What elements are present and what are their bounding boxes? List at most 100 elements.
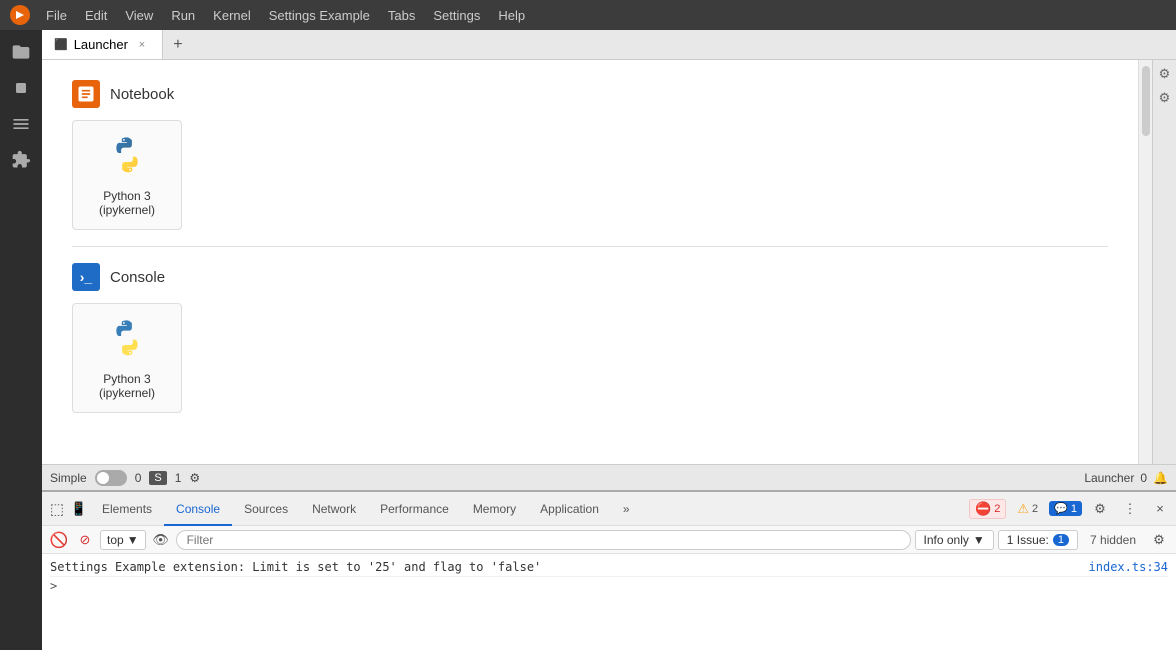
scrollbar-track[interactable] (1138, 60, 1152, 464)
info-icon: 💬 (1054, 502, 1068, 515)
context-dropdown-arrow: ▼ (127, 533, 139, 547)
console-link-1[interactable]: index.ts:34 (1089, 560, 1168, 574)
info-count: 1 (1071, 503, 1077, 515)
error-count: 2 (994, 503, 1000, 515)
issue-count: 1 (1053, 534, 1069, 546)
mode-label: Simple (50, 471, 87, 485)
python3-notebook-label: Python 3(ipykernel) (99, 189, 155, 217)
console-prompt[interactable]: > (50, 577, 1168, 595)
info-only-arrow: ▼ (973, 533, 985, 547)
console-section-title: ›_ Console (72, 263, 1108, 291)
info-badge[interactable]: 💬 1 (1049, 501, 1082, 516)
sidebar-stop-icon[interactable] (7, 74, 35, 102)
info-only-button[interactable]: Info only ▼ (915, 530, 994, 550)
launcher-content: Notebook (42, 60, 1138, 464)
warn-badge[interactable]: ⚠ 2 (1012, 500, 1043, 518)
menu-view[interactable]: View (117, 4, 161, 27)
menu-edit[interactable]: Edit (77, 4, 115, 27)
menu-settings-example[interactable]: Settings Example (261, 4, 378, 27)
notebook-card-grid: Python 3(ipykernel) (72, 120, 1108, 230)
notebook-section-title: Notebook (72, 80, 1108, 108)
status-count: 0 (1140, 471, 1147, 485)
stop-log-icon[interactable]: ⊘ (74, 529, 96, 551)
hidden-badge: 7 hidden (1082, 531, 1144, 549)
tab-launcher-close[interactable]: × (134, 37, 150, 53)
menu-help[interactable]: Help (490, 4, 533, 27)
tab-bar: ⬛ Launcher × + (42, 30, 1176, 60)
python3-notebook-card[interactable]: Python 3(ipykernel) (72, 120, 182, 230)
tab-memory[interactable]: Memory (461, 493, 528, 526)
tab-launcher[interactable]: ⬛ Launcher × (42, 30, 163, 59)
tab-elements[interactable]: Elements (90, 493, 164, 526)
devtools-settings-icon[interactable]: ⚙ (1088, 497, 1112, 521)
issue-label: 1 Issue: (1007, 533, 1049, 547)
status-right: Launcher 0 🔔 (1084, 471, 1168, 485)
scrollbar-thumb[interactable] (1142, 66, 1150, 136)
devtools-panel: ⬚ 📱 Elements Console Sources Network Per… (42, 490, 1176, 650)
menu-run[interactable]: Run (163, 4, 203, 27)
status-bar: Simple 0 S 1 ⚙ Launcher 0 🔔 (42, 464, 1176, 490)
status-left: Simple 0 S 1 ⚙ (50, 470, 200, 486)
devtools-device-icon[interactable]: 📱 (68, 498, 90, 520)
menubar: File Edit View Run Kernel Settings Examp… (0, 0, 1176, 30)
tab-application[interactable]: Application (528, 493, 611, 526)
clear-console-icon[interactable]: 🚫 (48, 529, 70, 551)
console-settings-icon[interactable]: ⚙ (1148, 529, 1170, 551)
tab-network[interactable]: Network (300, 493, 368, 526)
console-filter-input[interactable] (176, 530, 911, 550)
mode-toggle[interactable] (95, 470, 127, 486)
python3-console-label: Python 3(ipykernel) (99, 372, 155, 400)
section-divider-1 (72, 246, 1108, 247)
devtools-toolbar: 🚫 ⊘ top ▼ 👁 Info only ▼ 1 Issue: 1 7 hid (42, 526, 1176, 554)
console-card-grid: Python 3(ipykernel) (72, 303, 1108, 413)
devtools-tab-icons: ⛔ 2 ⚠ 2 💬 1 ⚙ ⋮ × (969, 497, 1172, 521)
count2-label: 1 (175, 471, 182, 485)
main-layout: ⬛ Launcher × + Notebook (0, 30, 1176, 650)
tab-performance[interactable]: Performance (368, 493, 461, 526)
notebook-section-label: Notebook (110, 86, 174, 103)
menu-settings[interactable]: Settings (425, 4, 488, 27)
sidebar-list-icon[interactable] (7, 110, 35, 138)
warn-count: 2 (1032, 503, 1038, 515)
tab-sources[interactable]: Sources (232, 493, 300, 526)
devtools-inspect-icon[interactable]: ⬚ (46, 498, 68, 520)
context-label: top (107, 533, 124, 547)
error-badge[interactable]: ⛔ 2 (969, 499, 1006, 519)
devtools-more-icon[interactable]: ⋮ (1118, 497, 1142, 521)
devtools-close-icon[interactable]: × (1148, 497, 1172, 521)
right-gear-icon-2[interactable]: ⚙ (1155, 88, 1175, 108)
context-selector[interactable]: top ▼ (100, 530, 146, 550)
hidden-label: 7 hidden (1090, 533, 1136, 547)
devtools-console: Settings Example extension: Limit is set… (42, 554, 1176, 650)
kernel-badge[interactable]: S (149, 471, 166, 485)
menu-file[interactable]: File (38, 4, 75, 27)
console-text-1: Settings Example extension: Limit is set… (50, 560, 541, 574)
warn-icon: ⚠ (1017, 501, 1029, 517)
sidebar-puzzle-icon[interactable] (7, 146, 35, 174)
python3-console-card[interactable]: Python 3(ipykernel) (72, 303, 182, 413)
devtools-tabs: ⬚ 📱 Elements Console Sources Network Per… (42, 492, 1176, 526)
sidebar (0, 30, 42, 650)
tab-console[interactable]: Console (164, 493, 232, 526)
info-only-label: Info only (924, 533, 969, 547)
status-tab-label: Launcher (1084, 471, 1134, 485)
console-icon: ›_ (72, 263, 100, 291)
content-area: ⬛ Launcher × + Notebook (42, 30, 1176, 650)
settings-gear-icon[interactable]: ⚙ (189, 471, 200, 485)
console-section-label: Console (110, 269, 165, 286)
menu-kernel[interactable]: Kernel (205, 4, 259, 27)
bell-icon[interactable]: 🔔 (1153, 471, 1168, 485)
right-gear-icon-1[interactable]: ⚙ (1155, 64, 1175, 84)
toggle-knob (97, 472, 109, 484)
console-line-1: Settings Example extension: Limit is set… (50, 558, 1168, 577)
menu-tabs[interactable]: Tabs (380, 4, 423, 27)
new-tab-button[interactable]: + (163, 30, 193, 59)
app-logo (8, 3, 32, 27)
tab-launcher-label: Launcher (74, 37, 128, 52)
notebook-icon (72, 80, 100, 108)
tab-more[interactable]: » (611, 493, 642, 526)
issue-badge: 1 Issue: 1 (998, 530, 1078, 550)
error-icon: ⛔ (975, 501, 991, 517)
eye-icon[interactable]: 👁 (150, 529, 172, 551)
sidebar-folder-icon[interactable] (7, 38, 35, 66)
